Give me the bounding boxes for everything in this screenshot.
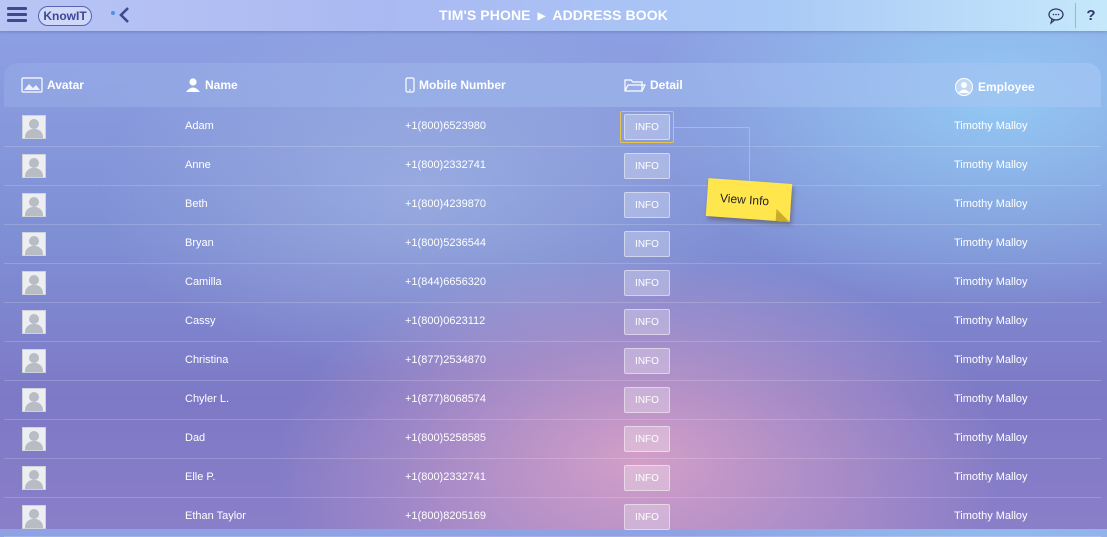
chat-bubble-icon [1048,8,1064,25]
contact-name: Ethan Taylor [185,510,246,522]
avatar-placeholder-icon [22,466,46,490]
column-detail-label: Detail [650,78,683,92]
contact-name: Anne [185,159,211,171]
callout-connector [674,127,750,128]
info-button[interactable]: INFO [624,387,670,413]
column-detail: Detail [624,77,683,93]
info-button[interactable]: INFO [624,114,670,140]
avatar-placeholder-icon [22,271,46,295]
image-icon [21,77,43,93]
info-button[interactable]: INFO [624,192,670,218]
column-mobile: Mobile Number [405,77,506,93]
table-header: Avatar Name Mobile Number Detail Employe… [4,63,1101,107]
contact-name: Cassy [185,315,216,327]
avatar-placeholder-icon [22,154,46,178]
contact-mobile: +1(877)2534870 [405,354,487,366]
contact-employee: Timothy Malloy [954,471,1028,483]
column-mobile-label: Mobile Number [419,78,506,92]
column-name-label: Name [205,78,238,92]
contact-employee: Timothy Malloy [954,354,1028,366]
chat-button[interactable] [1043,3,1069,28]
sticky-note-text: View Info [719,190,770,209]
info-button[interactable]: INFO [624,348,670,374]
info-button[interactable]: INFO [624,504,670,530]
contact-employee: Timothy Malloy [954,120,1028,132]
help-button[interactable]: ? [1075,3,1106,28]
folder-icon [624,79,646,92]
info-button[interactable]: INFO [624,153,670,179]
contact-mobile: +1(800)4239870 [405,198,487,210]
contact-employee: Timothy Malloy [954,432,1028,444]
contact-employee: Timothy Malloy [954,237,1028,249]
table-row[interactable]: Anne +1(800)2332741 INFO Timothy Malloy [4,147,1101,186]
column-avatar-label: Avatar [47,78,84,92]
table-row[interactable]: Dad +1(800)5258585 INFO Timothy Malloy [4,420,1101,459]
table-row[interactable]: Christina +1(877)2534870 INFO Timothy Mallo… [4,342,1101,381]
contact-employee: Timothy Malloy [954,393,1028,405]
table-row[interactable]: Camilla +1(844)6656320 INFO Timothy Malloy [4,264,1101,303]
contact-mobile: +1(800)6523980 [405,120,487,132]
contact-name: Dad [185,432,206,444]
contact-name: Beth [185,198,208,210]
top-bar: KnowIT TIM'S PHONE ▶ ADDRESS BOOK ? [0,0,1107,31]
column-name: Name [185,77,238,93]
contact-name: Adam [185,120,214,132]
avatar-placeholder-icon [22,310,46,334]
info-button[interactable]: INFO [624,231,670,257]
contact-employee: Timothy Malloy [954,198,1028,210]
callout-connector-vertical [749,127,750,182]
avatar-placeholder-icon [22,427,46,451]
contact-mobile: +1(800)8205169 [405,510,487,522]
avatar-placeholder-icon [22,115,46,139]
info-button[interactable]: INFO [624,426,670,452]
employee-icon [955,78,973,96]
contact-mobile: +1(800)2332741 [405,159,487,171]
table-row[interactable]: Ethan Taylor +1(800)8205169 INFO Timothy Ma… [4,498,1101,537]
avatar-placeholder-icon [22,232,46,256]
info-button[interactable]: INFO [624,465,670,491]
contact-mobile: +1(844)6656320 [405,276,487,288]
note-fold [775,208,791,222]
contact-employee: Timothy Malloy [954,510,1028,522]
contact-employee: Timothy Malloy [954,315,1028,327]
breadcrumb-separator-icon: ▶ [537,11,546,22]
contact-name: Christina [185,354,229,366]
column-employee: Employee [954,77,1035,97]
contact-name: Bryan [185,237,214,249]
contact-mobile: +1(800)0623112 [405,315,486,327]
info-button[interactable]: INFO [624,270,670,296]
table-row[interactable]: Chyler L. +1(877)8068574 INFO Timothy Mallo… [4,381,1101,420]
help-icon: ? [1086,7,1096,24]
table-row[interactable]: Bryan +1(800)5236544 INFO Timothy Malloy [4,225,1101,264]
table-row[interactable]: Cassy +1(800)0623112 INFO Timothy Malloy [4,303,1101,342]
table-row[interactable]: Beth +1(800)4239870 INFO Timothy Malloy [4,186,1101,225]
avatar-placeholder-icon [22,505,46,529]
contact-name: Camilla [185,276,222,288]
mobile-phone-icon [405,77,415,93]
contact-mobile: +1(877)8068574 [405,393,487,405]
person-icon [186,78,200,92]
contact-mobile: +1(800)5236544 [405,237,487,249]
contact-name: Elle P. [185,471,216,483]
breadcrumb-device[interactable]: TIM'S PHONE [439,7,531,23]
view-info-sticky-note: View Info [705,178,793,222]
column-avatar: Avatar [21,77,84,93]
avatar-placeholder-icon [22,388,46,412]
contact-employee: Timothy Malloy [954,159,1028,171]
column-employee-label: Employee [978,80,1035,94]
table-row[interactable]: Elle P. +1(800)2332741 INFO Timothy Malloy [4,459,1101,498]
contact-employee: Timothy Malloy [954,276,1028,288]
contact-name: Chyler L. [185,393,230,405]
avatar-placeholder-icon [22,349,46,373]
table-row[interactable]: Adam +1(800)6523980 INFO Timothy Malloy [4,108,1101,147]
contact-mobile: +1(800)5258585 [405,432,487,444]
contact-list: Adam +1(800)6523980 INFO Timothy Malloy Anne… [4,108,1101,537]
breadcrumb-page: ADDRESS BOOK [552,7,668,23]
breadcrumb: TIM'S PHONE ▶ ADDRESS BOOK [0,7,1107,23]
contact-mobile: +1(800)2332741 [405,471,487,483]
avatar-placeholder-icon [22,193,46,217]
info-button[interactable]: INFO [624,309,670,335]
